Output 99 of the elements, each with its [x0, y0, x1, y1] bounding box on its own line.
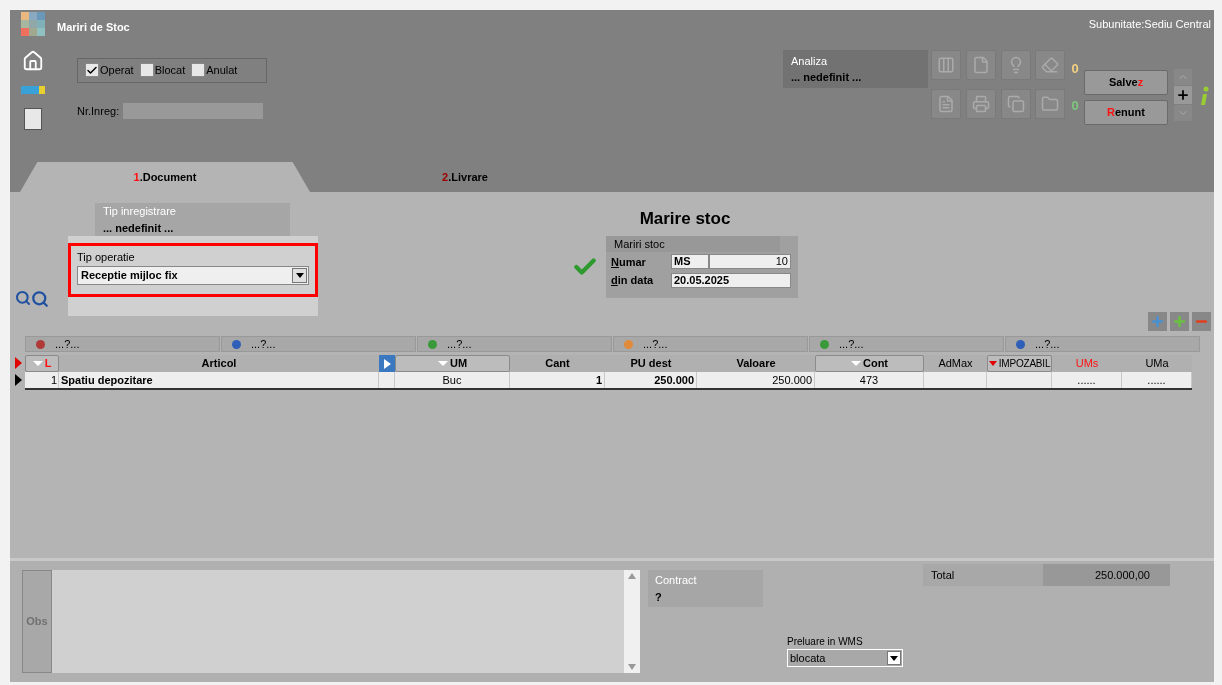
column-header[interactable]: Articol [59, 355, 379, 372]
action-button[interactable]: Salvez [1084, 69, 1168, 95]
column-header[interactable]: IMPOZABIL [987, 355, 1052, 372]
group-label: ...?... [839, 336, 864, 352]
table-cell [379, 372, 395, 388]
input-field[interactable] [123, 102, 264, 119]
input-field[interactable]: 10 [709, 254, 791, 270]
table-cell: Buc [395, 372, 510, 388]
panel-label: Contract [655, 573, 698, 588]
dropdown[interactable]: Receptie mijloc fix [77, 265, 309, 285]
panel-label: Tip inregistrare [103, 204, 177, 219]
column-header[interactable]: Cont [815, 355, 924, 372]
toolbar-button[interactable] [931, 49, 961, 80]
toolbar-button[interactable] [1035, 49, 1066, 80]
add-row-button[interactable] [1148, 312, 1167, 331]
table-cell: ...... [1052, 372, 1122, 388]
plus-icon [1176, 87, 1190, 102]
checkbox[interactable] [139, 63, 154, 77]
toolbar-button[interactable] [931, 89, 961, 119]
toolbar-button[interactable] [1035, 89, 1066, 119]
counter: 0 [1071, 97, 1079, 115]
column-header[interactable]: Valoare [697, 355, 815, 372]
table-cell: 1 [25, 372, 59, 388]
counter: 0 [1071, 59, 1079, 78]
window-title: Mariri de Stoc [57, 20, 131, 35]
eraser-icon [1041, 55, 1060, 74]
group-header[interactable]: ...?... [809, 336, 1004, 352]
field-label: Nr.Inreg: [77, 103, 120, 119]
tab[interactable]: 2.Livrare [310, 162, 620, 192]
group-label: ...?... [447, 336, 472, 352]
column-header[interactable]: UMa [1122, 355, 1192, 372]
form-heading: Marire stoc [639, 208, 731, 230]
input-field[interactable]: 20.05.2025 [671, 272, 791, 288]
total-value: 250.000,00 [1043, 564, 1170, 586]
column-header[interactable]: UM [395, 355, 510, 372]
expand-button[interactable] [379, 355, 395, 372]
plus-icon [1150, 314, 1165, 329]
search-icon[interactable] [31, 290, 49, 308]
checkbox-label: Anulat [206, 62, 238, 78]
text-document-icon [937, 95, 955, 113]
remove-button[interactable] [1192, 312, 1211, 331]
checkbox-label: Operat [100, 62, 134, 78]
table-cell: 250.000 [605, 372, 697, 388]
table-cell: 473 [815, 372, 924, 388]
field-label: Tip operatie [77, 250, 136, 265]
group-header[interactable]: ...?... [613, 336, 808, 352]
home-icon[interactable] [21, 50, 44, 72]
folder-icon [1041, 95, 1060, 113]
table-cell [924, 372, 987, 388]
info-icon[interactable] [1200, 85, 1210, 106]
checkbox-label: Blocat [154, 62, 186, 78]
panel-value: ? [655, 589, 663, 605]
group-label: ...?... [251, 336, 276, 352]
toolbar-button[interactable] [1000, 89, 1031, 119]
copy-icon [1006, 95, 1025, 113]
panel-title: Mariri stoc [606, 235, 780, 252]
field-label: Preluare in WMS [787, 635, 864, 649]
checkbox[interactable] [191, 63, 206, 77]
group-header[interactable]: ...?... [1005, 336, 1200, 352]
group-header[interactable]: ...?... [221, 336, 416, 352]
panel-value: ... nedefinit ... [791, 70, 863, 85]
document-icon[interactable] [23, 108, 42, 130]
action-button[interactable]: Renunt [1084, 99, 1168, 125]
table-cell: 1 [510, 372, 605, 388]
table-cell [987, 372, 1052, 388]
panel-value: ... nedefinit ... [103, 220, 175, 236]
dropdown[interactable]: blocata [787, 649, 903, 667]
field-label: Numar [611, 254, 647, 270]
column-header[interactable]: Cant [510, 355, 605, 372]
columns-icon [937, 55, 955, 74]
obs-text-area[interactable] [52, 570, 640, 673]
input-field[interactable]: MS [671, 254, 709, 270]
column-header[interactable]: AdMax [924, 355, 987, 372]
tab[interactable]: 1.Document [20, 162, 310, 192]
group-label: ...?... [1035, 336, 1060, 352]
panel-label: Analiza [791, 53, 829, 69]
checkbox[interactable] [85, 63, 99, 77]
plus-icon [1172, 314, 1187, 329]
group-header[interactable]: ...?... [25, 336, 220, 352]
toolbar-button[interactable] [965, 89, 996, 119]
total-label: Total [930, 567, 956, 583]
printer-icon [971, 95, 990, 113]
table-cell: ...... [1122, 372, 1192, 388]
tag-icon[interactable] [20, 86, 45, 94]
subunit-label: Subunitate:Sediu Central [1088, 17, 1211, 32]
group-label: ...?... [55, 336, 80, 352]
column-header[interactable]: PU dest [605, 355, 697, 372]
table-cell: Spatiu depozitare [59, 372, 379, 388]
table-cell: 250.000 [697, 372, 815, 388]
app-logo-icon [20, 12, 45, 36]
toolbar-button[interactable] [965, 49, 996, 80]
search-icon[interactable] [15, 290, 31, 306]
toolbar-button[interactable] [1000, 49, 1031, 80]
field-label: din data [611, 273, 655, 288]
scrollbar[interactable] [624, 570, 640, 673]
group-label: ...?... [643, 336, 668, 352]
add-button[interactable] [1174, 85, 1192, 104]
document-icon [971, 55, 990, 74]
group-header[interactable]: ...?... [417, 336, 612, 352]
